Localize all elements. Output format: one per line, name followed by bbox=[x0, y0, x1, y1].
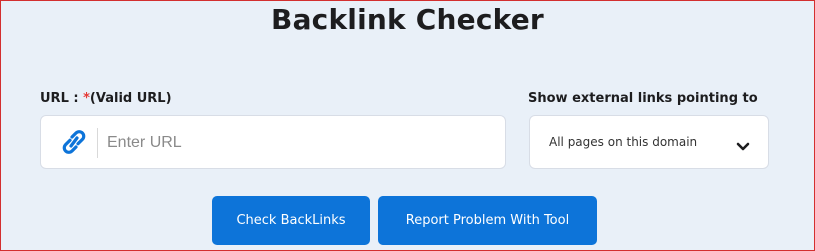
chevron-down-icon bbox=[736, 137, 750, 151]
required-mark: * bbox=[83, 91, 90, 106]
link-icon bbox=[61, 128, 87, 156]
url-label-prefix: URL : bbox=[40, 91, 84, 106]
url-label-hint: (Valid URL) bbox=[89, 91, 172, 106]
check-backlinks-button[interactable]: Check BackLinks bbox=[212, 196, 370, 245]
url-label: URL : *(Valid URL) bbox=[40, 91, 172, 106]
page-title: Backlink Checker bbox=[271, 3, 544, 36]
external-links-select[interactable]: All pages on this domain bbox=[529, 115, 769, 169]
external-links-label: Show external links pointing to bbox=[528, 91, 758, 106]
select-value: All pages on this domain bbox=[549, 135, 698, 149]
input-divider bbox=[97, 128, 98, 158]
url-input[interactable] bbox=[107, 130, 487, 156]
report-problem-button[interactable]: Report Problem With Tool bbox=[378, 196, 597, 245]
url-input-container[interactable] bbox=[40, 115, 506, 169]
